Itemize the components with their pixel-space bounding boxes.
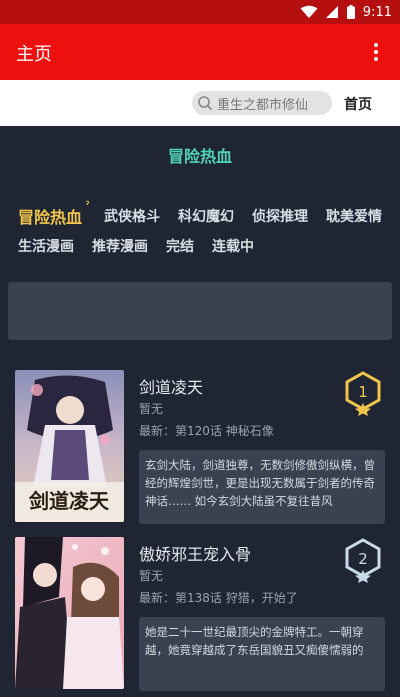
comic-description: 玄剑大陆，剑道独尊，无数剑修傲剑纵横，曾经的辉煌剑世，更是出现无数属于剑者的传奇… bbox=[139, 450, 385, 524]
banner[interactable] bbox=[8, 282, 392, 340]
tab-ongoing[interactable]: 连载中 bbox=[212, 236, 254, 256]
search-placeholder: 重生之都市修仙 bbox=[217, 98, 309, 113]
rank-number: 2 bbox=[358, 550, 368, 568]
comic-description: 她是二十一世纪最顶尖的金牌特工。一朝穿越，她竟穿越成了东岳国貌丑又痴傻懦弱的 bbox=[139, 617, 385, 691]
search-icon bbox=[197, 95, 213, 115]
comic-cover[interactable] bbox=[15, 537, 124, 689]
tab-martial-arts[interactable]: 武侠格斗 bbox=[104, 206, 160, 226]
comic-title[interactable]: 傲娇邪王宠入骨 bbox=[139, 541, 251, 565]
active-mark-icon: ˀ bbox=[85, 200, 90, 211]
home-link[interactable]: 首页 bbox=[344, 94, 372, 114]
rank-number: 1 bbox=[358, 383, 368, 401]
tab-life-comics[interactable]: 生活漫画 bbox=[18, 236, 74, 256]
status-bar: 9:11 bbox=[0, 0, 400, 24]
cover-title-art: 剑道凌天 bbox=[28, 489, 110, 513]
tab-recommended[interactable]: 推荐漫画 bbox=[92, 236, 148, 256]
tab-completed[interactable]: 完结 bbox=[166, 236, 194, 256]
app-bar: 主页 bbox=[0, 24, 400, 80]
comic-author: 暂无 bbox=[139, 569, 164, 583]
comic-title[interactable]: 剑道凌天 bbox=[139, 374, 203, 398]
comic-author: 暂无 bbox=[139, 402, 164, 416]
wifi-icon bbox=[300, 5, 318, 19]
rank-badge-icon: 1 bbox=[343, 370, 383, 416]
comic-cover[interactable]: 剑道凌天 bbox=[15, 370, 124, 522]
tab-detective[interactable]: 侦探推理 bbox=[252, 206, 308, 226]
tab-romance[interactable]: 耽美爱情 bbox=[326, 206, 382, 226]
section-title: 冒险热血 bbox=[167, 147, 232, 166]
comic-latest-chapter: 最新：第120话 神秘石像 bbox=[139, 424, 274, 438]
tab-adventure[interactable]: 冒险热血 ˀ bbox=[18, 200, 89, 228]
search-input[interactable]: 重生之都市修仙 bbox=[192, 91, 332, 115]
page-title: 主页 bbox=[16, 44, 52, 65]
comic-latest-chapter: 最新：第138话 狩猎，开始了 bbox=[139, 591, 298, 605]
more-vertical-icon[interactable] bbox=[364, 38, 388, 66]
signal-icon bbox=[325, 5, 339, 19]
rank-badge-icon: 2 bbox=[343, 537, 383, 583]
comic-list-item[interactable]: 傲娇邪王宠入骨 暂无 最新：第138话 狩猎，开始了 她是二十一世纪最顶尖的金牌… bbox=[0, 537, 400, 697]
tab-scifi-fantasy[interactable]: 科幻魔幻 bbox=[178, 206, 234, 226]
comic-list-item[interactable]: 剑道凌天 剑道凌天 暂无 最新：第120话 神秘石像 玄剑大陆，剑道独尊，无数剑… bbox=[0, 370, 400, 530]
status-time: 9:11 bbox=[362, 4, 392, 20]
battery-icon bbox=[346, 5, 355, 19]
